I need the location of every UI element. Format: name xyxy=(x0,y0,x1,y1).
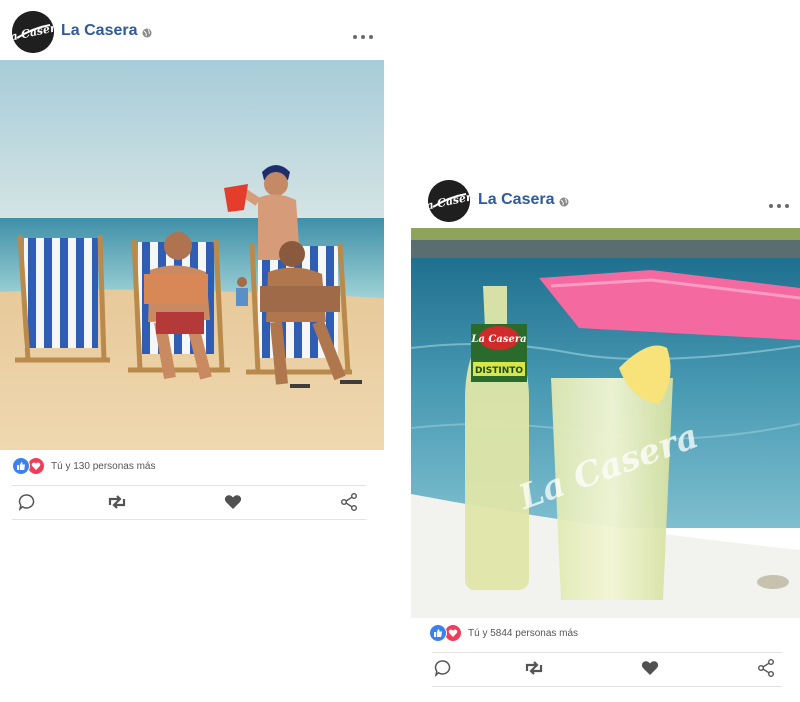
like-icon xyxy=(429,624,447,642)
post-card: La Casera La Casera xyxy=(0,0,384,530)
post-header: La Casera La Casera xyxy=(411,170,800,230)
page-name[interactable]: La Casera xyxy=(61,22,138,40)
retweet-icon[interactable] xyxy=(523,657,545,679)
divider xyxy=(12,485,366,486)
globe-icon xyxy=(142,28,152,38)
share-icon[interactable] xyxy=(755,657,777,679)
page-name[interactable]: La Casera xyxy=(478,191,555,209)
reaction-count[interactable]: Tú y 5844 personas más xyxy=(468,628,578,639)
comment-icon[interactable] xyxy=(16,491,38,513)
globe-icon xyxy=(559,197,569,207)
post-photo-beach xyxy=(0,60,384,450)
reactions-bar[interactable]: Tú y 5844 personas más xyxy=(429,622,578,644)
divider xyxy=(432,686,782,687)
avatar[interactable]: La Casera xyxy=(12,11,54,53)
comment-icon[interactable] xyxy=(432,657,454,679)
heart-icon[interactable] xyxy=(639,657,661,679)
post-card: La Casera La Casera xyxy=(411,170,800,702)
action-bar xyxy=(432,654,782,684)
post-header: La Casera La Casera xyxy=(0,0,384,60)
retweet-icon[interactable] xyxy=(106,491,128,513)
divider xyxy=(12,519,366,520)
post-photo-pool: La Casera DISTINTO La Casera xyxy=(411,228,800,618)
action-bar xyxy=(12,488,366,518)
share-icon[interactable] xyxy=(338,491,360,513)
heart-icon[interactable] xyxy=(222,491,244,513)
reaction-count[interactable]: Tú y 130 personas más xyxy=(51,461,156,472)
reactions-bar[interactable]: Tú y 130 personas más xyxy=(12,455,156,477)
like-icon xyxy=(12,457,30,475)
more-options-icon[interactable] xyxy=(769,204,789,208)
bottle-sublabel: DISTINTO xyxy=(475,366,523,376)
bottle-logo: La Casera xyxy=(470,334,526,345)
more-options-icon[interactable] xyxy=(353,35,373,39)
avatar[interactable]: La Casera xyxy=(428,180,470,222)
divider xyxy=(432,652,782,653)
